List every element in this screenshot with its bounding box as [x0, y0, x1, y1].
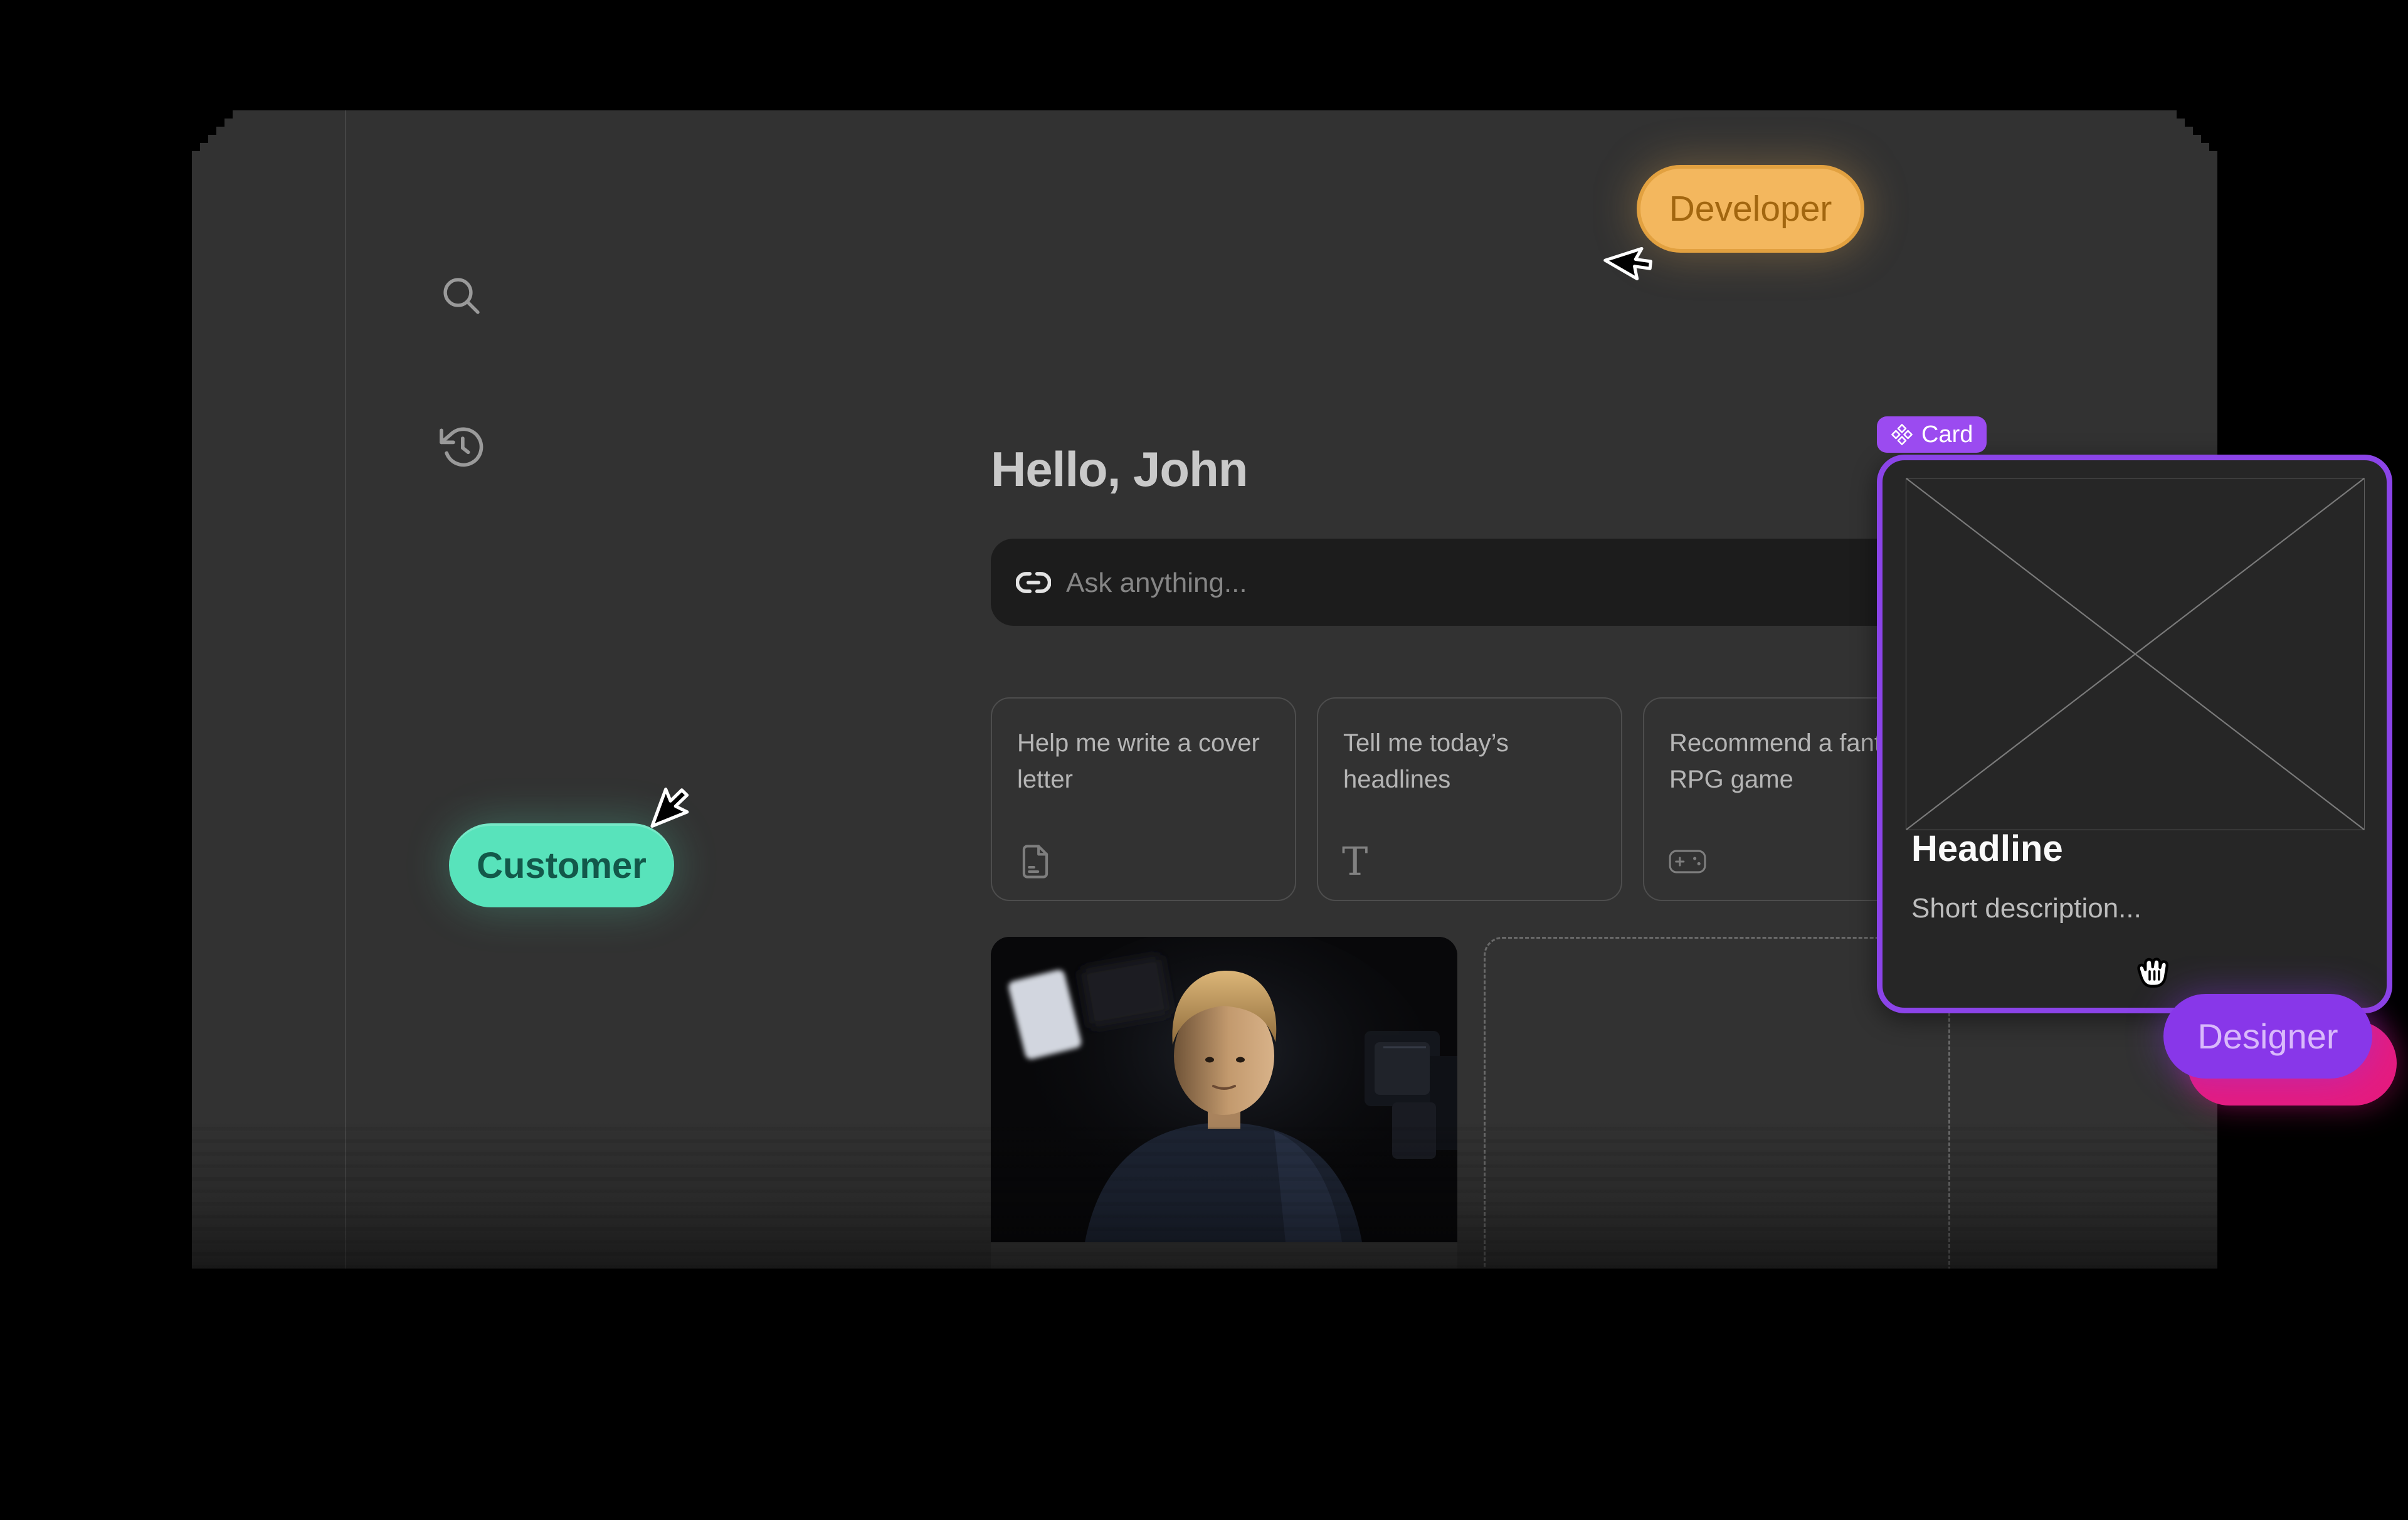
selected-card-component[interactable]: Headline Short description...	[1877, 455, 2392, 1013]
canvas: Hello, John Help me write a coverletter	[0, 0, 2408, 1354]
card-description: Short description...	[1911, 893, 2141, 924]
ai-card-title: AI Characters	[1016, 1274, 1203, 1308]
empty-placeholder-card[interactable]	[1484, 937, 1950, 1520]
suggestion-label: Tell me today’sheadlines	[1343, 725, 1596, 798]
suggestion-card-cover-letter[interactable]: Help me write a coverletter	[991, 697, 1296, 901]
suggestion-card-headlines[interactable]: Tell me today’sheadlines T	[1317, 697, 1622, 901]
designer-cursor-badge: Designer	[2163, 994, 2372, 1079]
component-diamonds-icon	[1891, 423, 1913, 446]
text-icon: T	[1342, 842, 1381, 881]
component-badge-label: Card	[1921, 421, 1973, 448]
ask-input[interactable]	[1065, 539, 1851, 627]
ai-characters-photo	[991, 937, 1457, 1242]
customer-label: Customer	[477, 845, 647, 887]
suggestion-row: Help me write a coverletter Tell me toda…	[991, 697, 1948, 901]
ai-card-description: Dive into the fascinating world of felin…	[1016, 1321, 1455, 1415]
ai-characters-card[interactable]: AI Characters Dive into the fascinating …	[991, 937, 1457, 1520]
link-icon	[1016, 569, 1051, 596]
designer-label: Designer	[2197, 1016, 2338, 1057]
component-label-badge[interactable]: Card	[1877, 416, 1987, 453]
developer-label: Developer	[1669, 188, 1832, 230]
search-button[interactable]	[438, 273, 483, 318]
greeting-heading: Hello, John	[991, 441, 1247, 498]
content-row: AI Characters Dive into the fascinating …	[991, 937, 1950, 1520]
ask-bar[interactable]	[991, 539, 1948, 626]
search-icon	[438, 273, 483, 318]
history-button[interactable]	[437, 423, 485, 471]
gamepad-icon	[1668, 842, 1707, 881]
card-headline: Headline	[1911, 828, 2063, 870]
document-icon	[1016, 842, 1055, 881]
history-icon	[437, 423, 485, 471]
image-placeholder	[1906, 478, 2365, 830]
developer-cursor-badge: Developer	[1637, 165, 1864, 253]
suggestion-label: Help me write a coverletter	[1017, 725, 1270, 798]
customer-cursor-badge: Customer	[449, 823, 674, 907]
sidebar-divider	[345, 110, 346, 1269]
